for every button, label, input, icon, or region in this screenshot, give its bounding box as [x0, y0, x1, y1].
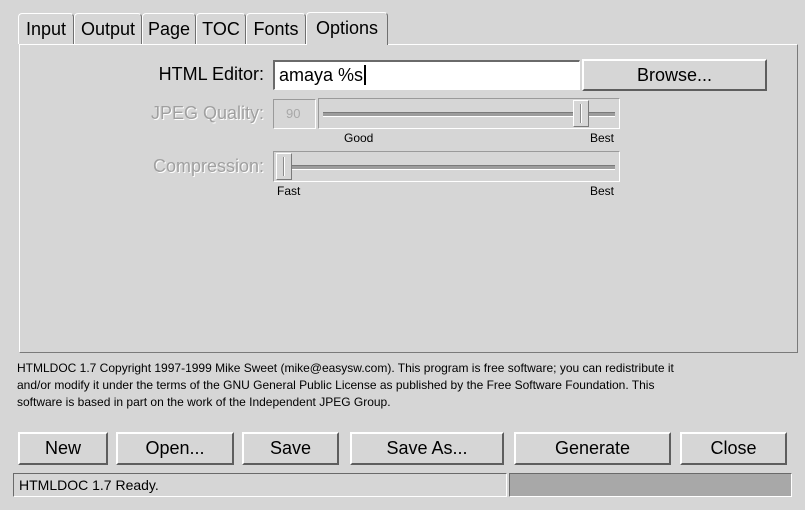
tab-input-label: Input	[25, 19, 67, 39]
tab-page[interactable]: Page	[142, 13, 196, 44]
progress-bar	[509, 473, 792, 497]
jpeg-quality-label: JPEG Quality:	[150, 103, 264, 123]
text-caret	[364, 65, 367, 85]
status-message: HTMLDOC 1.7 Ready.	[13, 473, 507, 497]
tab-output-label: Output	[80, 19, 136, 39]
new-button-label: New	[44, 438, 81, 458]
compression-tick-fast: Fast	[277, 184, 301, 198]
jpeg-tick-good: Good	[344, 131, 374, 145]
copyright-notice: HTMLDOC 1.7 Copyright 1997-1999 Mike Swe…	[17, 360, 787, 411]
html-editor-label: HTML Editor:	[158, 64, 264, 84]
close-button-label: Close	[710, 438, 757, 458]
open-button-label: Open...	[145, 438, 205, 458]
slider-thumb[interactable]	[276, 153, 292, 180]
save-as-button[interactable]: Save As...	[350, 432, 504, 465]
htmldoc-window: Input Output Page TOC Fonts Options HTML…	[0, 0, 805, 510]
jpeg-tick-best: Best	[590, 131, 615, 145]
jpeg-quality-value[interactable]: 90	[273, 99, 316, 129]
slider-thumb[interactable]	[573, 100, 589, 127]
compression-label: Compression:	[152, 156, 264, 176]
tab-fonts-label: Fonts	[253, 19, 299, 39]
tab-input[interactable]: Input	[18, 13, 74, 44]
html-editor-value: amaya %s	[279, 65, 364, 85]
compression-slider[interactable]	[273, 151, 620, 182]
open-button[interactable]: Open...	[116, 432, 234, 465]
save-button-label: Save	[269, 438, 312, 458]
browse-button[interactable]: Browse...	[582, 59, 767, 91]
copyright-line: and/or modify it under the terms of the …	[17, 378, 655, 392]
compression-tick-best: Best	[590, 184, 615, 198]
tab-output[interactable]: Output	[74, 13, 142, 44]
save-button[interactable]: Save	[242, 432, 339, 465]
tab-fonts[interactable]: Fonts	[246, 13, 306, 44]
browse-button-label: Browse...	[636, 65, 713, 85]
generate-button[interactable]: Generate	[514, 432, 671, 465]
html-editor-input[interactable]: amaya %s	[273, 60, 580, 90]
copyright-line: software is based in part on the work of…	[17, 395, 391, 409]
tab-options[interactable]: Options	[306, 12, 388, 45]
tab-strip: Input Output Page TOC Fonts Options	[18, 12, 418, 45]
jpeg-quality-slider[interactable]	[318, 98, 620, 129]
generate-button-label: Generate	[554, 438, 631, 458]
tab-page-label: Page	[147, 19, 191, 39]
new-button[interactable]: New	[18, 432, 108, 465]
tab-toc-label: TOC	[202, 19, 240, 39]
tab-toc[interactable]: TOC	[196, 13, 246, 44]
close-button[interactable]: Close	[680, 432, 787, 465]
slider-track	[278, 165, 615, 170]
slider-track	[323, 112, 615, 117]
copyright-line: HTMLDOC 1.7 Copyright 1997-1999 Mike Swe…	[17, 361, 674, 375]
save-as-button-label: Save As...	[386, 438, 468, 458]
tab-options-label: Options	[315, 18, 379, 38]
